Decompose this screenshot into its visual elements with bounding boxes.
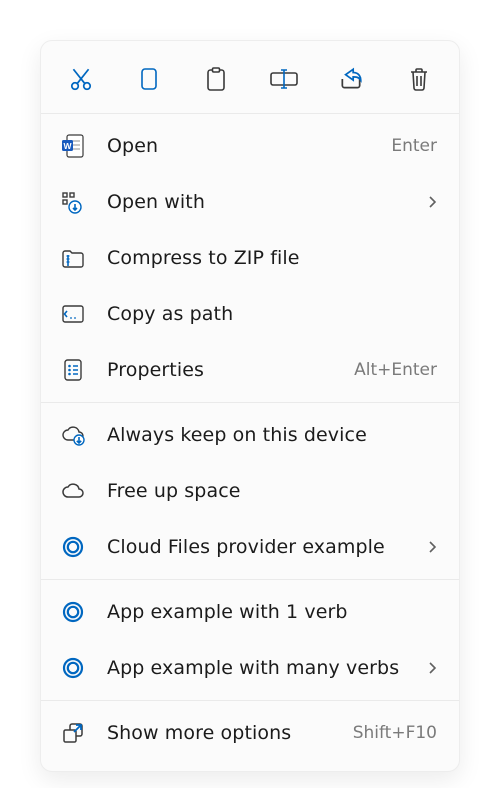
menu-item-show-more-options[interactable]: Show more options Shift+F10 [41, 705, 459, 761]
app-verb-icon [59, 654, 87, 682]
menu-item-accelerator: Alt+Enter [354, 360, 437, 380]
menu-item-app-one-verb[interactable]: App example with 1 verb [41, 584, 459, 640]
context-menu: W Open Enter Open with [40, 40, 460, 772]
cloud-free-icon [59, 477, 87, 505]
chevron-right-icon [427, 660, 437, 676]
share-button[interactable] [331, 59, 371, 99]
zip-icon [59, 244, 87, 272]
app-verb-icon [59, 598, 87, 626]
cut-button[interactable] [61, 59, 101, 99]
copy-button[interactable] [129, 59, 169, 99]
context-menu-toolbar [41, 41, 459, 113]
menu-item-label: Compress to ZIP file [107, 247, 437, 269]
menu-item-label: Free up space [107, 480, 437, 502]
menu-item-label: Open with [107, 191, 407, 213]
properties-icon [59, 356, 87, 384]
cut-icon [68, 66, 94, 92]
menu-group: W Open Enter Open with [41, 114, 459, 402]
chevron-right-icon [427, 539, 437, 555]
menu-item-accelerator: Enter [391, 136, 437, 156]
menu-group: App example with 1 verb App example with… [41, 580, 459, 700]
menu-item-open[interactable]: W Open Enter [41, 118, 459, 174]
menu-item-label: Open [107, 135, 371, 157]
menu-item-accelerator: Shift+F10 [353, 723, 437, 743]
menu-item-cloud-provider[interactable]: Cloud Files provider example [41, 519, 459, 575]
delete-button[interactable] [399, 59, 439, 99]
rename-icon [269, 67, 299, 91]
menu-item-label: Properties [107, 359, 334, 381]
cloud-keep-icon [59, 421, 87, 449]
menu-item-free-up-space[interactable]: Free up space [41, 463, 459, 519]
word-doc-icon: W [59, 132, 87, 160]
menu-item-label: Show more options [107, 722, 333, 744]
delete-icon [407, 66, 431, 92]
menu-item-open-with[interactable]: Open with [41, 174, 459, 230]
menu-item-properties[interactable]: Properties Alt+Enter [41, 342, 459, 398]
paste-icon [204, 66, 228, 92]
menu-item-label: App example with many verbs [107, 657, 407, 679]
chevron-right-icon [427, 194, 437, 210]
open-with-icon [59, 188, 87, 216]
menu-item-label: Cloud Files provider example [107, 536, 407, 558]
menu-item-label: Always keep on this device [107, 424, 437, 446]
menu-group: Show more options Shift+F10 [41, 701, 459, 765]
menu-group: Always keep on this device Free up space… [41, 403, 459, 579]
menu-item-label: Copy as path [107, 303, 437, 325]
share-icon [338, 66, 364, 92]
menu-item-copy-as-path[interactable]: Copy as path [41, 286, 459, 342]
rename-button[interactable] [264, 59, 304, 99]
svg-text:W: W [63, 141, 72, 151]
menu-item-label: App example with 1 verb [107, 601, 437, 623]
menu-item-compress-zip[interactable]: Compress to ZIP file [41, 230, 459, 286]
cloud-provider-icon [59, 533, 87, 561]
paste-button[interactable] [196, 59, 236, 99]
menu-item-app-many-verbs[interactable]: App example with many verbs [41, 640, 459, 696]
more-options-icon [59, 719, 87, 747]
copy-icon [137, 66, 161, 92]
copy-path-icon [59, 300, 87, 328]
menu-item-always-keep[interactable]: Always keep on this device [41, 407, 459, 463]
